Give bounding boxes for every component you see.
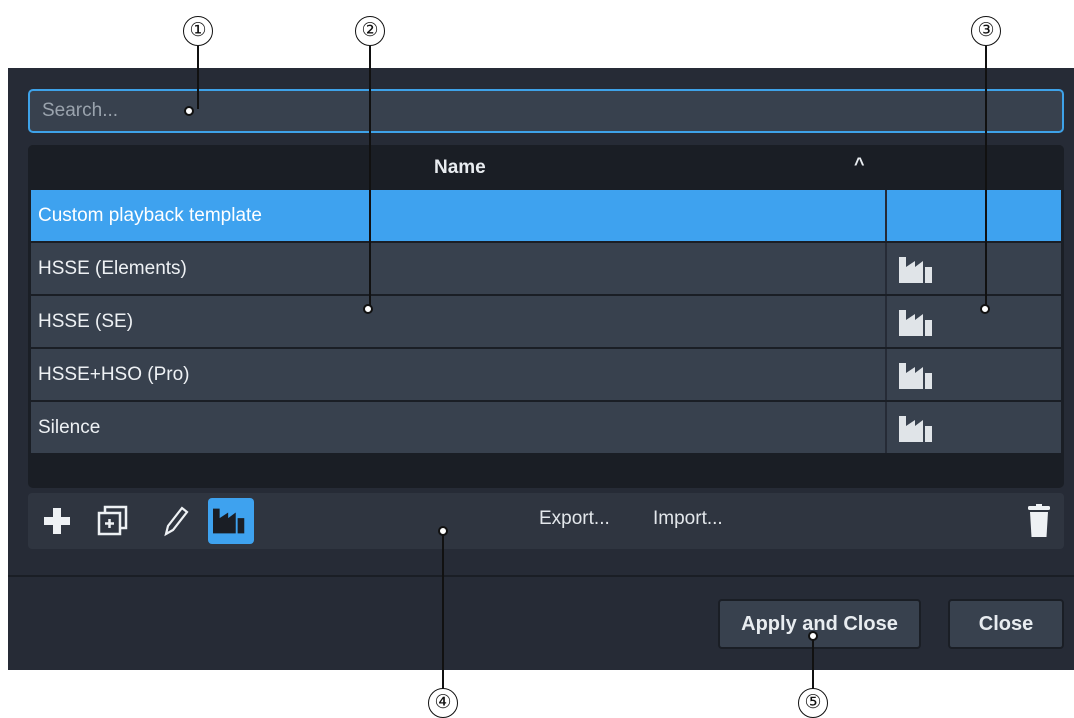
callout-5: ⑤ bbox=[798, 688, 828, 718]
callout-1-line bbox=[197, 46, 199, 109]
templates-table: Name ^ Custom playback template HSSE (El… bbox=[28, 145, 1064, 488]
duplicate-template-button[interactable] bbox=[90, 498, 136, 544]
callout-1-dot bbox=[184, 106, 194, 116]
factory-icon bbox=[899, 416, 932, 442]
footer-divider bbox=[8, 575, 1074, 577]
callout-3: ③ bbox=[971, 16, 1001, 46]
duplicate-icon bbox=[97, 505, 128, 536]
column-header-name[interactable]: Name bbox=[434, 157, 486, 179]
templates-toolbar: Export... Import... bbox=[28, 493, 1064, 549]
factory-icon bbox=[213, 508, 245, 534]
column-divider bbox=[885, 190, 887, 241]
close-button[interactable]: Close bbox=[948, 599, 1064, 649]
factory-icon bbox=[899, 257, 932, 283]
template-name: Custom playback template bbox=[38, 205, 262, 226]
delete-template-button[interactable] bbox=[1016, 498, 1062, 544]
callout-3-dot bbox=[980, 304, 990, 314]
template-name: Silence bbox=[38, 417, 101, 438]
table-row[interactable]: HSSE+HSO (Pro) bbox=[31, 349, 1061, 400]
column-divider bbox=[885, 349, 887, 400]
factory-icon bbox=[899, 310, 932, 336]
factory-icon bbox=[899, 363, 932, 389]
playback-templates-dialog: Name ^ Custom playback template HSSE (El… bbox=[8, 68, 1074, 670]
add-template-button[interactable] bbox=[34, 498, 80, 544]
trash-icon bbox=[1028, 504, 1050, 537]
table-row[interactable]: Silence bbox=[31, 402, 1061, 453]
template-name: HSSE (SE) bbox=[38, 311, 134, 332]
callout-3-line bbox=[985, 46, 987, 306]
template-name: HSSE (Elements) bbox=[38, 258, 187, 279]
callout-4: ④ bbox=[428, 688, 458, 718]
table-row[interactable]: HSSE (Elements) bbox=[31, 243, 1061, 294]
edit-pencil-icon bbox=[164, 506, 189, 537]
factory-template-button[interactable] bbox=[208, 498, 254, 544]
export-button[interactable]: Export... bbox=[539, 508, 610, 530]
sort-ascending-icon[interactable]: ^ bbox=[854, 154, 865, 175]
callout-5-dot bbox=[808, 631, 818, 641]
callout-1: ① bbox=[183, 16, 213, 46]
column-divider bbox=[885, 296, 887, 347]
column-divider bbox=[885, 402, 887, 453]
callout-4-dot bbox=[438, 526, 448, 536]
callout-2-line bbox=[369, 46, 371, 306]
template-name: HSSE+HSO (Pro) bbox=[38, 364, 190, 385]
table-row[interactable]: Custom playback template bbox=[31, 190, 1061, 241]
table-header[interactable]: Name ^ bbox=[28, 145, 1064, 189]
callout-2: ② bbox=[355, 16, 385, 46]
import-button[interactable]: Import... bbox=[653, 508, 723, 530]
plus-icon bbox=[44, 508, 70, 534]
callout-2-dot bbox=[363, 304, 373, 314]
edit-template-button[interactable] bbox=[152, 498, 198, 544]
apply-and-close-button[interactable]: Apply and Close bbox=[718, 599, 921, 649]
callout-5-line bbox=[812, 634, 814, 690]
table-row[interactable]: HSSE (SE) bbox=[31, 296, 1061, 347]
callout-4-line bbox=[442, 530, 444, 690]
column-divider bbox=[885, 243, 887, 294]
